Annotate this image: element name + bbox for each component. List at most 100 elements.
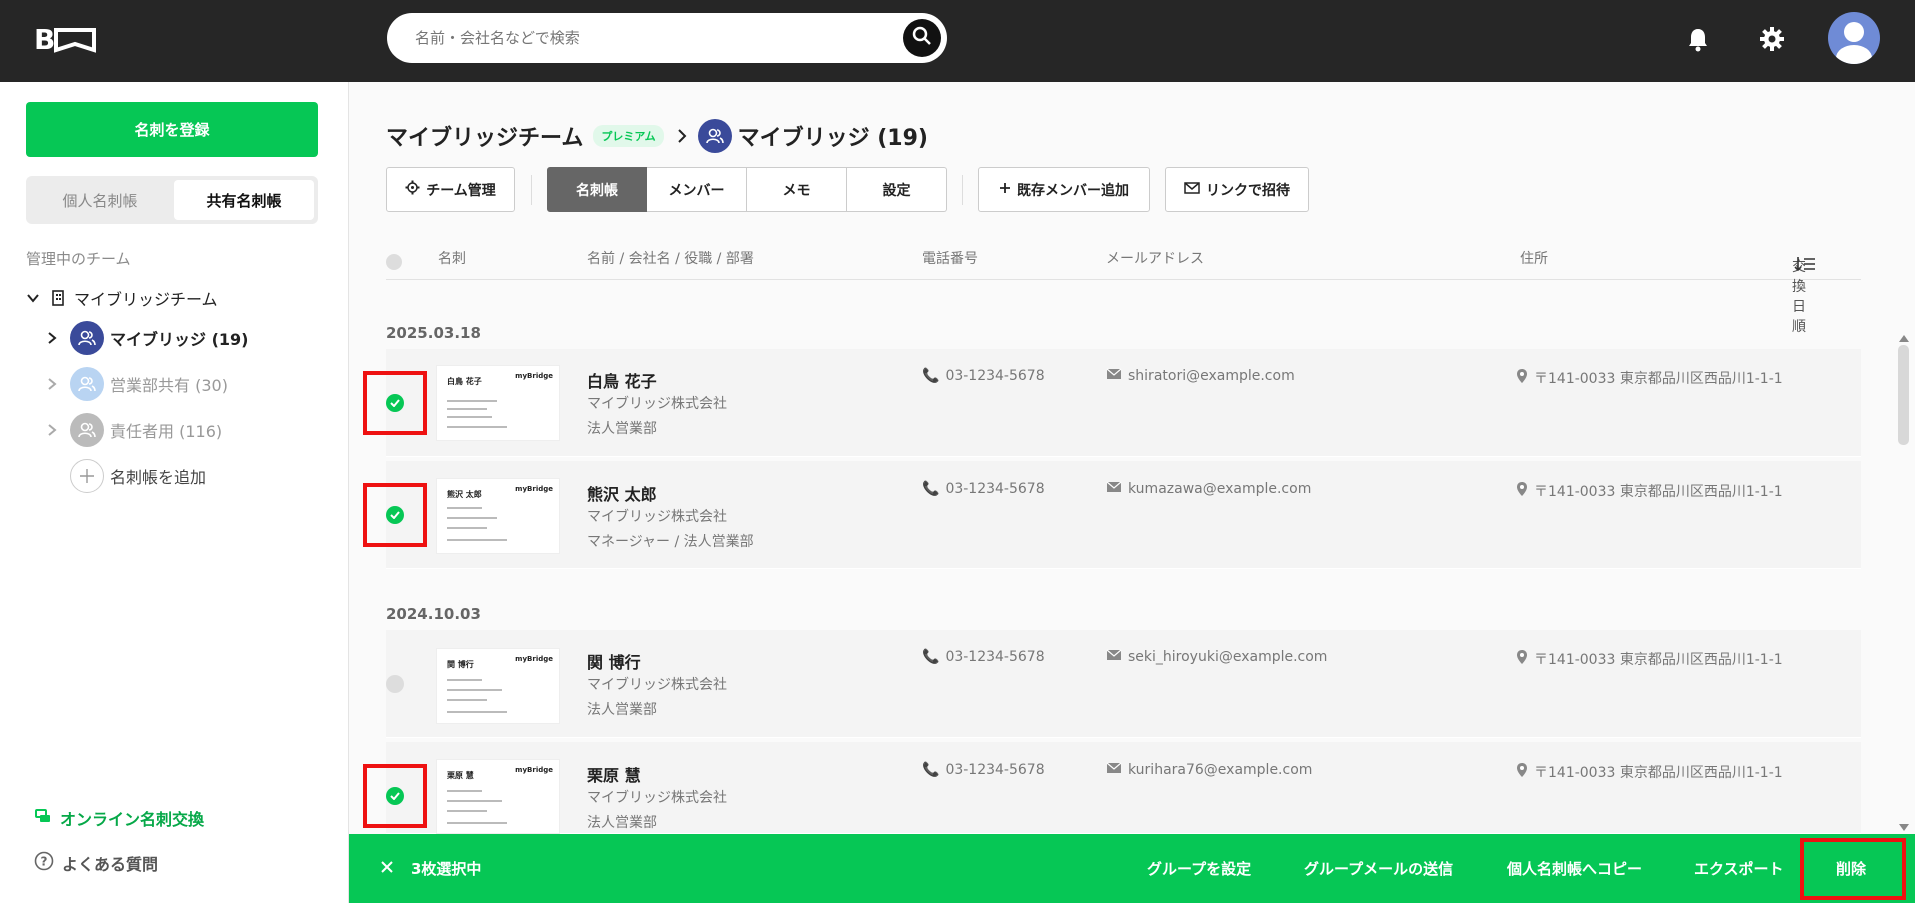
- selected-count: 3枚選択中: [411, 860, 482, 878]
- add-cardbook-label: 名刺帳を追加: [110, 468, 207, 487]
- phone-icon: 📞: [922, 481, 940, 497]
- group-mail-button[interactable]: グループメールの送信: [1304, 858, 1453, 879]
- search-input[interactable]: [415, 13, 885, 63]
- contact-address: 〒141-0033 東京都品川区西品川1-1-1: [1516, 368, 1783, 388]
- sort-icon: [1794, 256, 1816, 276]
- tab-memo[interactable]: メモ: [747, 167, 847, 212]
- contact-name[interactable]: 白鳥 花子: [587, 368, 657, 392]
- card-line: [447, 517, 497, 519]
- copy-to-personal-button[interactable]: 個人名刺帳へコピー: [1507, 858, 1642, 879]
- sidebar-item-managers[interactable]: 責任者用 (116): [46, 410, 222, 450]
- search-button[interactable]: [903, 19, 941, 57]
- export-button[interactable]: エクスポート: [1694, 858, 1784, 879]
- col-address: 住所: [1520, 251, 1548, 267]
- contact-name[interactable]: 関 博行: [587, 649, 641, 673]
- card-thumbnail[interactable]: 白鳥 花子 myBridge: [436, 365, 560, 441]
- register-card-button[interactable]: 名刺を登録: [26, 102, 318, 157]
- address-value: 〒141-0033 東京都品川区西品川1-1-1: [1534, 652, 1783, 668]
- svg-text:B: B: [34, 24, 55, 54]
- location-icon: [1516, 368, 1528, 388]
- card-line: [447, 527, 487, 529]
- scroll-down-arrow[interactable]: [1898, 818, 1910, 831]
- group-icon: [70, 321, 104, 355]
- contact-email: shiratori@example.com: [1106, 368, 1295, 384]
- contact-phone: 📞 03-1234-5678: [922, 481, 1045, 497]
- tab-cardbook[interactable]: 名刺帳: [547, 167, 647, 212]
- sidebar-item-sales[interactable]: 営業部共有 (30): [46, 364, 228, 404]
- contact-address: 〒141-0033 東京都品川区西品川1-1-1: [1516, 649, 1783, 669]
- group-icon: [70, 413, 104, 447]
- chevron-right-icon[interactable]: [46, 331, 64, 345]
- team-node[interactable]: マイブリッジチーム: [26, 278, 218, 318]
- team-name: マイブリッジチーム: [74, 290, 218, 309]
- add-cardbook-button[interactable]: 名刺帳を追加: [70, 456, 206, 496]
- mail-icon: [1184, 181, 1200, 198]
- card-thumbnail[interactable]: 栗原 慧 myBridge: [436, 759, 560, 834]
- contact-email: kumazawa@example.com: [1106, 481, 1311, 497]
- row-checkbox-highlight[interactable]: [363, 483, 427, 547]
- card-line: [447, 408, 487, 410]
- app-logo[interactable]: B: [34, 23, 98, 56]
- team-manage-label: チーム管理: [426, 182, 496, 199]
- faq-link[interactable]: ? よくある質問: [34, 851, 158, 875]
- card-line: [447, 822, 507, 824]
- online-exchange-link[interactable]: オンライン名刺交換: [34, 806, 204, 830]
- tab-settings[interactable]: 設定: [847, 167, 947, 212]
- contact-phone: 📞 03-1234-5678: [922, 649, 1045, 665]
- tab-shared-cardbook[interactable]: 共有名刺帳: [174, 180, 314, 220]
- card-thumbnail[interactable]: 熊沢 太郎 myBridge: [436, 478, 560, 554]
- tab-personal-cardbook[interactable]: 個人名刺帳: [30, 180, 170, 220]
- online-exchange-label: オンライン名刺交換: [60, 810, 205, 829]
- card-thumbnail[interactable]: 関 博行 myBridge: [436, 648, 560, 724]
- group-icon: [697, 119, 732, 153]
- card-name: 白鳥 花子: [447, 377, 482, 386]
- row-checkbox[interactable]: [386, 675, 404, 693]
- row-checkbox-highlight[interactable]: [363, 371, 427, 435]
- chevron-down-icon[interactable]: [26, 291, 44, 305]
- row-checkbox-highlight[interactable]: [363, 764, 427, 828]
- contact-dept: マネージャー / 法人営業部: [587, 534, 754, 550]
- bell-icon[interactable]: [1683, 24, 1713, 54]
- card-line: [447, 689, 502, 691]
- chevron-right-icon[interactable]: [46, 377, 64, 391]
- card-line: [447, 679, 482, 681]
- scroll-up-arrow[interactable]: [1898, 328, 1910, 342]
- add-member-button[interactable]: 既存メンバー追加: [978, 167, 1150, 212]
- managed-teams-label: 管理中のチーム: [26, 250, 131, 268]
- invite-link-button[interactable]: リンクで招待: [1165, 167, 1309, 212]
- card-line: [447, 539, 507, 541]
- sidebar: 名刺を登録 個人名刺帳 共有名刺帳 管理中のチーム マイブリッジチーム マイブリ…: [0, 82, 349, 903]
- user-avatar[interactable]: [1828, 12, 1880, 64]
- set-group-button[interactable]: グループを設定: [1147, 858, 1251, 879]
- sidebar-item-mybridge[interactable]: マイブリッジ (19): [46, 318, 248, 358]
- phone-value: 03-1234-5678: [945, 762, 1045, 778]
- select-all-checkbox[interactable]: [386, 254, 402, 270]
- sidebar-item-label: 営業部共有 (30): [110, 376, 228, 395]
- invite-link-label: リンクで招待: [1206, 182, 1290, 199]
- team-manage-button[interactable]: チーム管理: [386, 167, 515, 212]
- plus-icon: [70, 459, 104, 493]
- card-name: 関 博行: [447, 660, 474, 669]
- contact-email: kurihara76@example.com: [1106, 762, 1312, 778]
- search-box: [387, 13, 947, 63]
- contact-company: マイブリッジ株式会社: [587, 509, 727, 525]
- col-phone: 電話番号: [922, 251, 978, 267]
- close-icon: [380, 859, 394, 878]
- help-icon: ?: [34, 851, 54, 875]
- breadcrumb-current: マイブリッジ (19): [737, 126, 928, 151]
- breadcrumb-team[interactable]: マイブリッジチーム: [386, 120, 583, 152]
- scrollbar-thumb[interactable]: [1898, 345, 1909, 445]
- card-line: [447, 416, 492, 418]
- chevron-right-icon[interactable]: [46, 423, 64, 437]
- mail-icon: [1106, 481, 1122, 497]
- card-brand: myBridge: [515, 766, 553, 774]
- sidebar-item-label: 責任者用 (116): [110, 422, 223, 441]
- close-selection-button[interactable]: [373, 854, 401, 882]
- breadcrumb: マイブリッジチーム プレミアム マイブリッジ (19): [386, 118, 928, 154]
- contact-name[interactable]: 熊沢 太郎: [587, 481, 657, 505]
- tab-members[interactable]: メンバー: [647, 167, 747, 212]
- email-value: seki_hiroyuki@example.com: [1128, 649, 1328, 665]
- contact-name[interactable]: 栗原 慧: [587, 762, 641, 786]
- contact-address: 〒141-0033 東京都品川区西品川1-1-1: [1516, 481, 1783, 501]
- gear-icon[interactable]: [1757, 24, 1787, 54]
